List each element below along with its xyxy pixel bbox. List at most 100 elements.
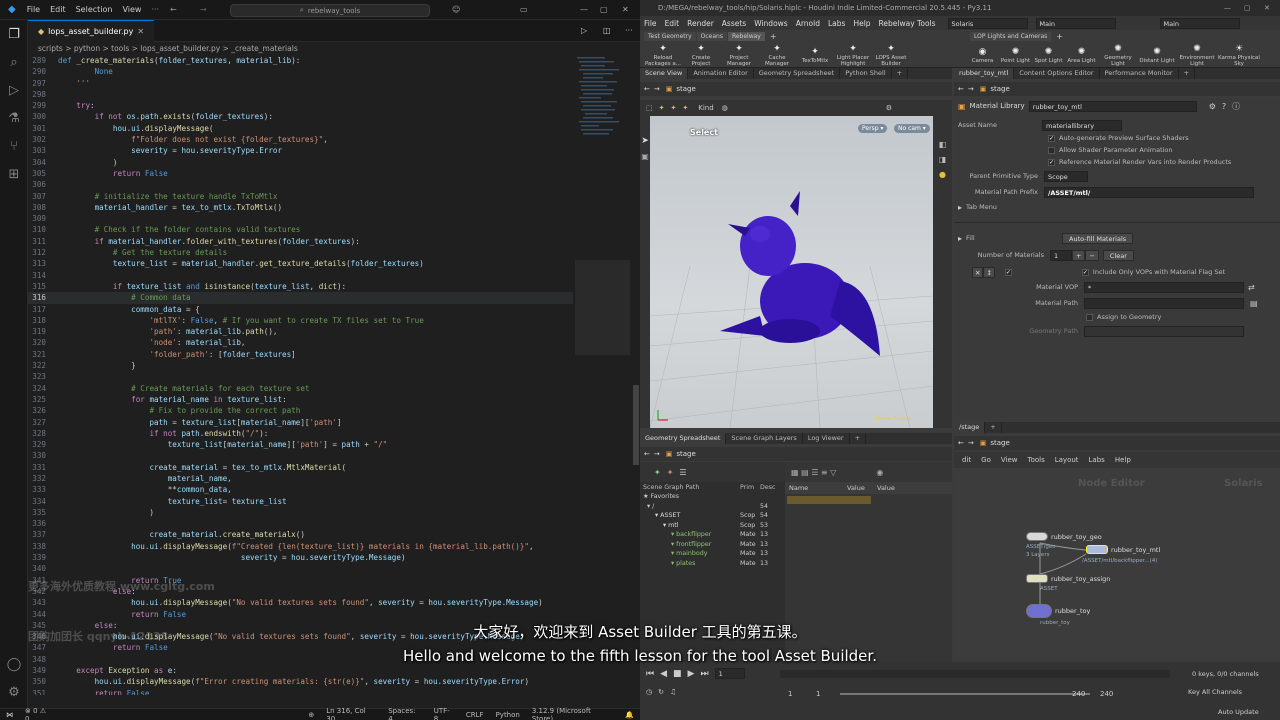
camera-menu[interactable]: No cam ▾ — [894, 124, 930, 133]
maximize-icon[interactable]: ▢ — [600, 5, 608, 14]
jump-start-icon[interactable]: ⏮ — [646, 669, 654, 679]
menu-rebelway-tools[interactable]: Rebelway Tools — [879, 19, 936, 28]
code-line[interactable]: 301 hou.ui.displayMessage( — [28, 123, 573, 134]
menu-edit[interactable]: Edit — [50, 5, 66, 14]
menu-help[interactable]: Help — [853, 19, 870, 28]
forward-icon[interactable]: → — [654, 85, 660, 93]
copilot-icon[interactable]: ☺ — [452, 5, 460, 14]
notifications-icon[interactable]: 🔔 — [625, 711, 634, 719]
minimize-icon[interactable]: — — [1224, 4, 1231, 12]
code-line[interactable]: 306 — [28, 179, 573, 190]
help-icon[interactable]: ? — [1222, 102, 1226, 111]
tool-light-placer[interactable]: ✦ Light Placer Highlight — [834, 44, 872, 67]
rubber-toy-model[interactable] — [720, 191, 880, 356]
cursor-position[interactable]: Ln 316, Col 30 — [326, 707, 376, 720]
tab-lops-asset-builder[interactable]: ◆ lops_asset_builder.py ✕ — [28, 19, 155, 42]
clear-button[interactable]: Clear — [1102, 249, 1134, 261]
code-line[interactable]: 313 texture_list = material_handler.get_… — [28, 258, 573, 269]
close-icon[interactable]: ✕ — [622, 5, 629, 14]
play-icon[interactable]: ▶ — [688, 669, 695, 679]
code-line[interactable]: 297 ''' — [28, 78, 573, 89]
node-rubber-toy[interactable]: rubber_toy — [1026, 604, 1090, 618]
node-rubber-toy-assign[interactable]: rubber_toy_assign — [1026, 574, 1110, 583]
key-all-channels[interactable]: Key All Channels — [1188, 688, 1242, 696]
code-line[interactable]: 321 'folder_path': [folder_textures] — [28, 349, 573, 360]
tab-stage-network[interactable]: /stage — [954, 422, 986, 433]
link-icon[interactable]: ⇄ — [1248, 283, 1255, 292]
tree-row[interactable]: ▾ ASSET Scop 54 — [640, 511, 785, 521]
minimap[interactable] — [575, 55, 630, 695]
code-line[interactable]: 325 for material_name in texture_list: — [28, 394, 573, 405]
code-line[interactable]: 314 — [28, 270, 573, 281]
menu-edit[interactable]: Edit — [665, 19, 680, 28]
code-line[interactable]: 330 — [28, 450, 573, 461]
node-body[interactable] — [1026, 532, 1048, 541]
menu-labs[interactable]: Labs — [828, 19, 845, 28]
node-rubber-toy-mtl[interactable]: rubber_toy_mtl — [1086, 545, 1160, 554]
code-line[interactable]: 304 ) — [28, 157, 573, 168]
forward-arrow-icon[interactable]: → — [200, 5, 207, 14]
eol[interactable]: CRLF — [466, 711, 484, 719]
tool-camera[interactable]: ◉ Camera — [966, 47, 999, 64]
menu-file[interactable]: File — [644, 19, 657, 28]
step-back-icon[interactable]: ◀ — [660, 669, 667, 679]
node-name-field[interactable]: rubber_toy_mtl — [1028, 100, 1197, 112]
tree-row[interactable]: ▾ mainbody Mate 13 — [640, 549, 785, 559]
tab-rubber-toy-mtl[interactable]: rubber_toy_mtl — [954, 68, 1015, 79]
code-line[interactable]: 319 'path': material_lib.path(), — [28, 326, 573, 337]
gear-icon[interactable]: ⚙ — [1209, 102, 1216, 111]
light-toggle-icon[interactable]: ✦ — [659, 104, 665, 112]
network-path[interactable]: stage — [990, 439, 1009, 447]
node-chooser-icon[interactable]: ▤ — [1250, 299, 1258, 308]
range-start-2[interactable]: 1 — [816, 690, 820, 698]
expand-arrow-icon[interactable]: ▸ — [958, 203, 962, 212]
geo-path-field[interactable] — [1084, 325, 1244, 337]
forward-icon[interactable]: → — [968, 439, 974, 447]
language-mode[interactable]: Python — [496, 711, 520, 719]
range-end[interactable]: 240 — [1072, 690, 1085, 698]
include-vop-checkbox[interactable]: ✓ — [1081, 268, 1089, 276]
tree-row[interactable]: ▾ frontflipper Mate 13 — [640, 540, 785, 550]
display-toggle-icon-2[interactable]: ◨ — [933, 155, 952, 164]
viewport-path[interactable]: stage — [676, 85, 695, 93]
editor-scrollbar[interactable] — [632, 55, 640, 695]
code-line[interactable]: 323 — [28, 371, 573, 382]
audio-icon[interactable]: ♫ — [670, 688, 676, 696]
breadcrumb[interactable]: scripts > python > tools > lops_asset_bu… — [28, 42, 640, 55]
code-line[interactable]: 350 hou.ui.displayMessage(f"Error creati… — [28, 676, 573, 687]
menu-file[interactable]: File — [27, 5, 40, 14]
tool-reload-packages[interactable]: ✦ Reload Packages a... — [644, 44, 682, 67]
code-line[interactable]: 343 hou.ui.displayMessage("No valid text… — [28, 597, 573, 608]
tool-distant-light[interactable]: ✺ Distant Light — [1138, 47, 1176, 64]
jump-end-icon[interactable]: ⏭ — [700, 669, 708, 679]
range-slider[interactable] — [840, 693, 1090, 695]
code-line[interactable]: 315 if texture_list and isinstance(textu… — [28, 281, 573, 292]
code-line[interactable]: 312 # Get the texture details — [28, 247, 573, 258]
back-arrow-icon[interactable]: ← — [170, 5, 177, 14]
tab-animation-editor[interactable]: Animation Editor — [688, 68, 754, 79]
code-line[interactable]: 308 material_handler = tex_to_mtlx.TxToM… — [28, 202, 573, 213]
back-icon[interactable]: ← — [644, 85, 650, 93]
enable-checkbox[interactable]: ✓ — [1004, 268, 1012, 276]
checkbox[interactable]: ✓ — [1048, 158, 1055, 166]
tree-tool-icon-2[interactable]: ✦ — [667, 468, 674, 477]
more-actions-icon[interactable]: ··· — [625, 26, 633, 35]
code-line[interactable]: 309 — [28, 213, 573, 224]
code-line[interactable]: 344 return False — [28, 609, 573, 620]
code-line[interactable]: 324 # Create materials for each texture … — [28, 383, 573, 394]
menu-render[interactable]: Render — [687, 19, 714, 28]
tree-row[interactable]: ▾ backflipper Mate 13 — [640, 530, 785, 540]
tool-point-light[interactable]: ✺ Point Light — [999, 47, 1032, 64]
3d-viewport[interactable]: Select Persp ▾ No cam ▾ Karma Engine — [650, 116, 933, 428]
tool-geometry-light[interactable]: ✺ Geometry Light — [1098, 44, 1138, 67]
code-line[interactable]: 329 texture_list[material_name]['path'] … — [28, 439, 573, 450]
camera-icon[interactable]: ◉ — [876, 468, 883, 477]
code-line[interactable]: 289 def _create_materials(folder_textures… — [28, 55, 573, 66]
code-line[interactable]: 298 — [28, 89, 573, 100]
tab-geometry-spreadsheet-2[interactable]: Geometry Spreadsheet — [640, 433, 727, 444]
scrollbar-thumb[interactable] — [633, 385, 639, 465]
menu-selection[interactable]: Selection — [76, 5, 113, 14]
python-version[interactable]: 3.12.9 (Microsoft Store) — [532, 707, 613, 720]
material-vop-field[interactable]: * — [1084, 281, 1244, 293]
code-line[interactable]: 310 # Check if the folder contains valid… — [28, 224, 573, 235]
